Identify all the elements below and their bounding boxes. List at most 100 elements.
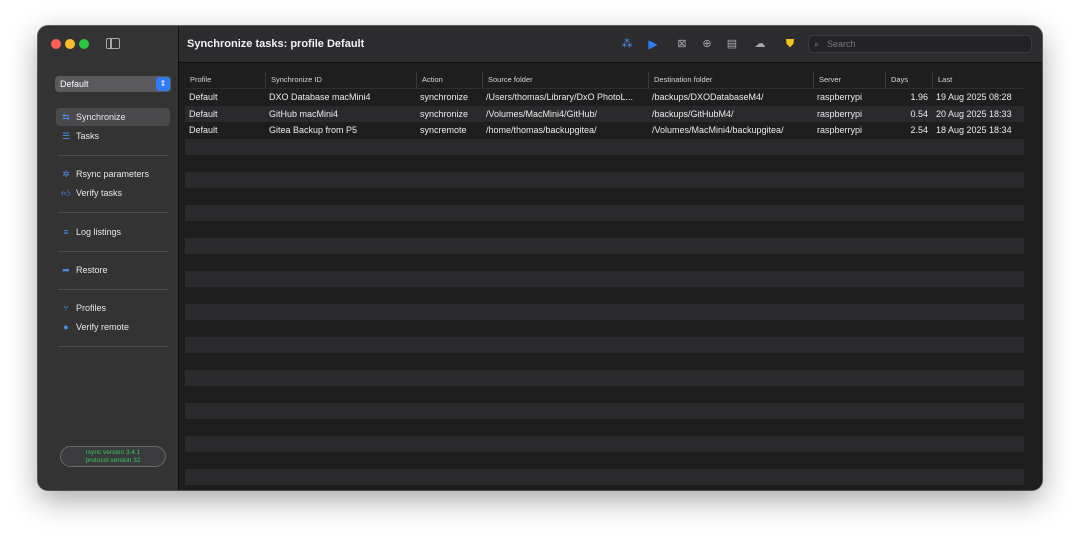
table-cell: /home/thomas/backupgitea/ — [486, 125, 597, 135]
table-row — [185, 468, 1024, 485]
branch-icon: ⑂ — [63, 303, 69, 313]
minimize-window-button[interactable] — [65, 39, 75, 49]
stop-box-icon[interactable]: ⊠ — [675, 37, 689, 51]
table-cell: /backups/GitHubM4/ — [652, 108, 734, 119]
table-row — [185, 402, 1024, 419]
profile-select-value: Default — [60, 79, 89, 89]
sidebar-divider — [58, 155, 168, 156]
table-cell: /Volumes/MacMini4/backupgitea/ — [652, 125, 784, 135]
table-row[interactable]: Default Gitea Backup from P5 syncremote/ho… — [185, 122, 1024, 139]
document-icon[interactable]: ▤ — [725, 37, 739, 51]
table-cell: raspberrypi — [817, 92, 863, 102]
table-row — [185, 155, 1024, 172]
sidebar-toggle-icon[interactable] — [106, 38, 120, 49]
table-row — [185, 336, 1024, 353]
cloud-sync-icon[interactable]: ☁ — [753, 37, 767, 51]
table-cell: 20 Aug 2025 18:33 — [936, 108, 1012, 119]
sidebar-divider — [58, 251, 168, 252]
table-row[interactable]: Default GitHub macMini4 synchronize/Volume… — [185, 105, 1024, 122]
sidebar-item-log-listings[interactable]: ≡ Log listings — [56, 223, 170, 241]
list-icon: ☰ — [61, 131, 71, 141]
restore-arrow-icon: ➦ — [62, 265, 70, 275]
table-cell: syncremote — [420, 125, 467, 135]
table-row — [185, 254, 1024, 271]
table-cell: /Users/thomas/Library/DxO PhotoL... — [486, 92, 634, 102]
table-row[interactable]: Default DXO Database macMini4 synchronize /… — [185, 89, 1024, 106]
tasks-table: Profile Synchronize ID Action Source fol… — [185, 72, 1024, 485]
table-header: Profile Synchronize ID Action Source fol… — [185, 72, 1024, 89]
sidebar-item-restore[interactable]: ➦ Restore — [56, 261, 170, 279]
sidebar-item-label: Rsync parameters — [76, 169, 150, 179]
search-placeholder: Search — [827, 39, 856, 49]
table-cell: /backups/DXODatabaseM4/ — [652, 92, 764, 102]
column-header-profile[interactable]: Profile — [185, 72, 265, 88]
search-field[interactable]: ⌕ Search — [808, 35, 1032, 53]
sidebar-item-profiles[interactable]: ⑂ Profiles — [56, 299, 170, 317]
sidebar-item-synchronize[interactable]: ⇆ Synchronize — [56, 108, 170, 126]
sidebar-item-label: Tasks — [76, 131, 100, 141]
table-row — [185, 386, 1024, 403]
sidebar-item-verify-tasks[interactable]: 👍︎ Verify tasks — [56, 184, 170, 202]
close-window-button[interactable] — [51, 39, 61, 49]
sidebar-titlebar — [38, 26, 178, 62]
column-header-days[interactable]: Days — [885, 72, 932, 88]
rsync-version-badge: rsync version 3.4.1 protocol version 32 — [60, 446, 166, 467]
table-cell: 1.96 — [910, 92, 928, 102]
table-cell: 0.54 — [910, 108, 928, 119]
zoom-window-button[interactable] — [79, 39, 89, 49]
table-row — [185, 353, 1024, 370]
protocol-version-text: protocol version 32 — [85, 457, 141, 464]
window-title: Synchronize tasks: profile Default — [187, 38, 365, 50]
thumbs-up-icon: 👍︎ — [61, 188, 71, 198]
profile-select[interactable]: Default ⇕ — [55, 76, 171, 92]
table-cell: DXO Database macMini4 — [269, 92, 371, 102]
play-icon[interactable]: ▶ — [646, 37, 660, 51]
sidebar-item-label: Verify tasks — [76, 188, 123, 198]
sidebar-divider — [58, 289, 168, 290]
table-row — [185, 270, 1024, 287]
shield-bolt-icon[interactable]: ⛊ — [783, 37, 797, 51]
zoom-icon[interactable]: ⊕ — [700, 37, 714, 51]
table-row — [185, 138, 1024, 155]
column-header-destination-folder[interactable]: Destination folder — [648, 72, 813, 88]
table-cell: GitHub macMini4 — [269, 108, 339, 119]
sidebar-divider — [58, 346, 168, 347]
sidebar-item-label: Restore — [76, 265, 108, 275]
sidebar-item-label: Profiles — [76, 303, 107, 313]
sidebar-item-rsync-parameters[interactable]: ✲ Rsync parameters — [56, 165, 170, 183]
table-cell: Default — [189, 108, 218, 119]
table-row — [185, 287, 1024, 304]
toolbar: Synchronize tasks: profile Default ⁂ ▶ ⊠… — [179, 26, 1042, 63]
table-cell: 19 Aug 2025 08:28 — [936, 92, 1012, 102]
column-header-synchronize-id[interactable]: Synchronize ID — [265, 72, 416, 88]
sidebar-item-verify-remote[interactable]: ● Verify remote — [56, 318, 170, 336]
table-cell: synchronize — [420, 92, 469, 102]
column-header-server[interactable]: Server — [813, 72, 885, 88]
sidebar: Default ⇕ ⇆ Synchronize ☰ Tasks ✲ Rsync … — [38, 26, 179, 490]
chevron-updown-icon: ⇕ — [156, 77, 170, 91]
gear-icon: ✲ — [62, 169, 70, 179]
sidebar-item-label: Synchronize — [76, 112, 126, 122]
table-cell: 18 Aug 2025 18:34 — [936, 125, 1012, 135]
table-row — [185, 419, 1024, 436]
wand-icon[interactable]: ⁂ — [620, 37, 634, 51]
column-header-action[interactable]: Action — [416, 72, 482, 88]
table-row — [185, 221, 1024, 238]
rsync-version-text: rsync version 3.4.1 — [85, 449, 141, 456]
table-body: Default DXO Database macMini4 synchronize /… — [185, 89, 1024, 485]
column-header-last[interactable]: Last — [932, 72, 1024, 88]
main-content: Synchronize tasks: profile Default ⁂ ▶ ⊠… — [179, 26, 1042, 490]
table-cell: Default — [189, 92, 218, 102]
column-header-source-folder[interactable]: Source folder — [482, 72, 648, 88]
table-cell: Default — [189, 125, 218, 135]
table-row — [185, 320, 1024, 337]
table-cell: raspberrypi — [817, 125, 863, 135]
log-lines-icon: ≡ — [63, 227, 69, 237]
sync-arrows-icon: ⇆ — [62, 112, 70, 122]
check-circle-icon: ● — [63, 322, 69, 332]
sidebar-item-tasks[interactable]: ☰ Tasks — [56, 127, 170, 145]
table-row — [185, 435, 1024, 452]
table-row — [185, 303, 1024, 320]
table-row — [185, 237, 1024, 254]
sidebar-item-label: Verify remote — [76, 322, 130, 332]
